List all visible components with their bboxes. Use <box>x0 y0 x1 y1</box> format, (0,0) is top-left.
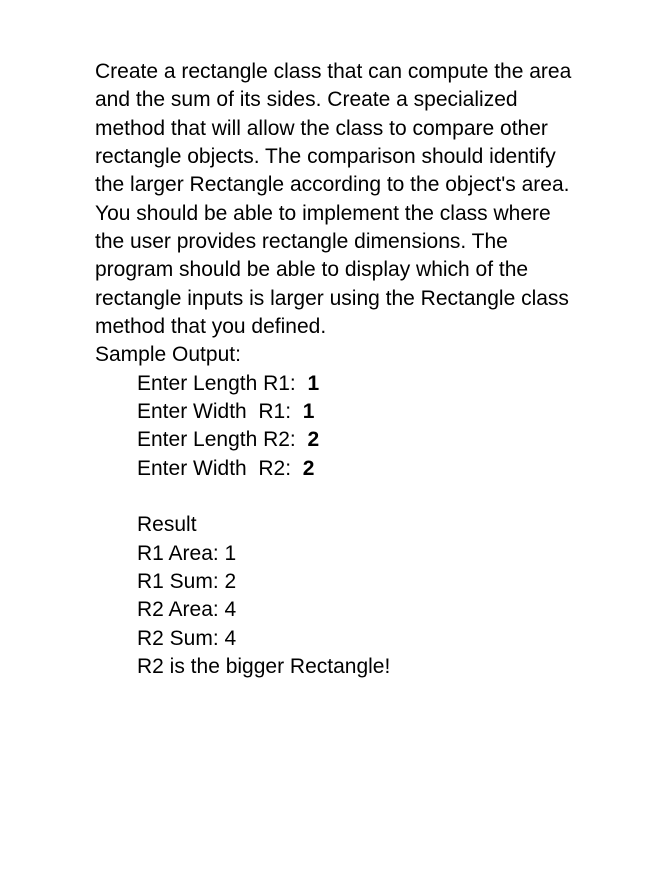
input-prompt: Enter Length R1: <box>137 370 307 398</box>
result-header: Result <box>137 511 584 539</box>
input-line: Enter Length R1: 1 <box>137 370 584 398</box>
sample-output-block: Enter Length R1: 1 Enter Width R1: 1 Ent… <box>95 370 584 681</box>
input-value: 1 <box>303 398 315 426</box>
result-line: R2 is the bigger Rectangle! <box>137 653 584 681</box>
blank-line <box>137 483 584 511</box>
input-line: Enter Width R2: 2 <box>137 455 584 483</box>
result-line: R1 Sum: 2 <box>137 568 584 596</box>
problem-description: Create a rectangle class that can comput… <box>95 58 584 341</box>
input-line: Enter Length R2: 2 <box>137 426 584 454</box>
input-line: Enter Width R1: 1 <box>137 398 584 426</box>
result-line: R2 Area: 4 <box>137 596 584 624</box>
input-value: 2 <box>307 426 319 454</box>
input-prompt: Enter Width R2: <box>137 455 303 483</box>
input-value: 2 <box>303 455 315 483</box>
input-prompt: Enter Length R2: <box>137 426 307 454</box>
input-prompt: Enter Width R1: <box>137 398 303 426</box>
result-line: R2 Sum: 4 <box>137 625 584 653</box>
input-value: 1 <box>307 370 319 398</box>
sample-output-label: Sample Output: <box>95 341 584 369</box>
result-line: R1 Area: 1 <box>137 540 584 568</box>
